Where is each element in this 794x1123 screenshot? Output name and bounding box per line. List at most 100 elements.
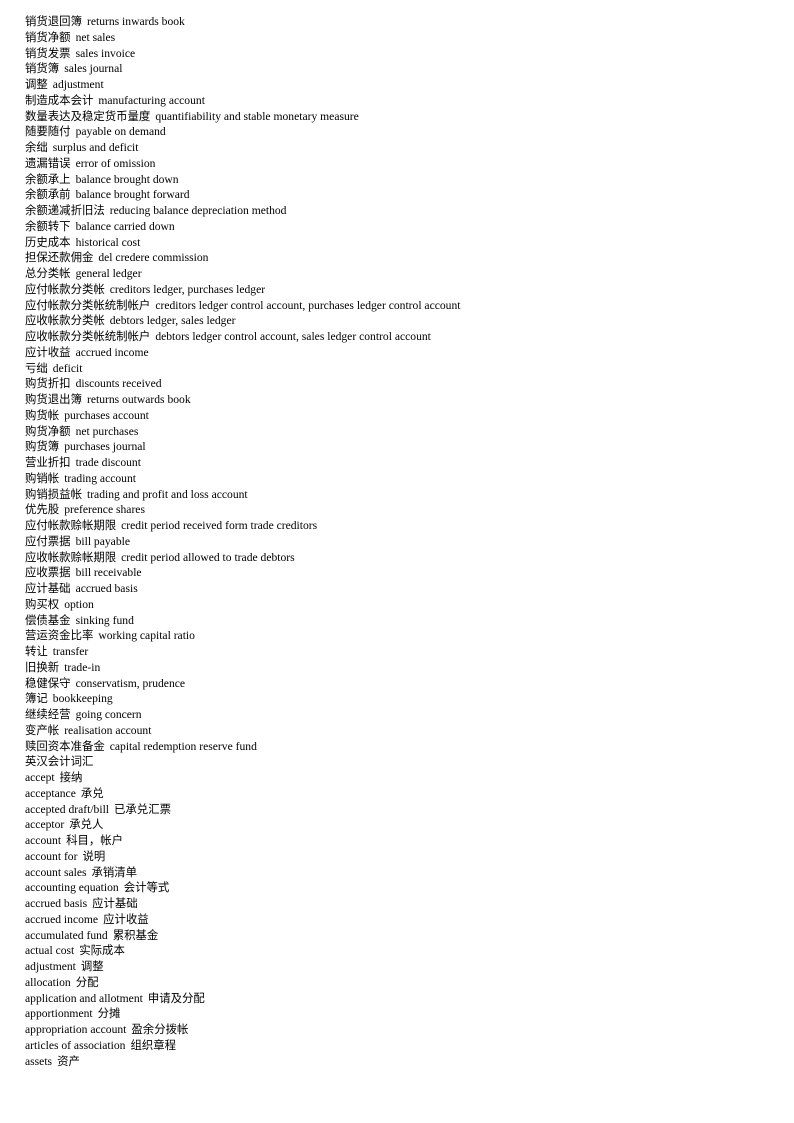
glossary-entry: articles of association 组织章程	[25, 1038, 770, 1054]
entry-gloss: creditors ledger, purchases ledger	[109, 282, 266, 296]
entry-gloss: option	[64, 597, 94, 611]
entry-term: accrued income	[25, 912, 99, 926]
glossary-entry: 余绌 surplus and deficit	[25, 140, 770, 156]
glossary-entry: accept 接纳	[25, 770, 770, 786]
document-page: 销货退回簿 returns inwards book 销货净额 net sales 销货…	[0, 0, 794, 1123]
entry-term: 旧换新	[25, 659, 60, 674]
entry-term: actual cost	[25, 944, 75, 958]
entry-gloss: historical cost	[75, 235, 141, 249]
glossary-entry: 应付帐款赊帐期限 credit period received form trad…	[25, 518, 770, 534]
entry-term: 余额承前	[25, 187, 71, 202]
entry-gloss: trade-in	[64, 660, 101, 674]
entry-gloss: 已承兑汇票	[114, 801, 171, 816]
entry-gloss: payable on demand	[75, 125, 166, 139]
entry-gloss: 会计等式	[123, 880, 170, 895]
entry-term: appropriation account	[25, 1023, 127, 1036]
glossary-entry: adjustment 调整	[25, 959, 770, 975]
entry-term: 购货净额	[25, 423, 71, 438]
entry-gloss: quantifiability and stable monetary meas…	[155, 109, 359, 123]
entry-term: 应付帐款分类帐统制帐户	[25, 297, 151, 312]
entry-gloss: returns outwards book	[86, 393, 191, 406]
entry-gloss: purchases journal	[64, 440, 146, 454]
entry-term: articles of association	[25, 1038, 126, 1052]
glossary-entry: 购货帐 purchases account	[25, 408, 770, 424]
entry-gloss: 累积基金	[112, 927, 159, 942]
entry-gloss: realisation account	[64, 723, 152, 737]
glossary-entry: 销货发票 sales invoice	[25, 46, 770, 62]
entry-gloss: surplus and deficit	[52, 141, 139, 154]
entry-term: 应计基础	[25, 581, 71, 595]
entry-gloss: 资产	[57, 1053, 80, 1068]
entry-gloss: creditors ledger control account, purcha…	[155, 298, 461, 312]
entry-term: 购销损益帐	[25, 486, 82, 501]
entry-gloss: trade discount	[75, 456, 141, 469]
glossary-entry: 优先股 preference shares	[25, 502, 770, 518]
entry-gloss: sales invoice	[75, 46, 136, 60]
entry-term: 购货簿	[25, 439, 60, 454]
entry-term: 应收票据	[25, 565, 71, 580]
entry-term: 亏绌	[25, 360, 48, 375]
entry-gloss: capital redemption reserve fund	[109, 739, 257, 753]
entry-term: 赎回资本准备金	[25, 738, 105, 753]
entry-gloss: transfer	[52, 645, 89, 658]
glossary-entry: 赎回资本准备金 capital redemption reserve fund	[25, 739, 770, 755]
glossary-entry: apportionment 分摊	[25, 1006, 770, 1022]
entry-gloss: discounts received	[75, 377, 162, 391]
entry-gloss: conservatism, prudence	[75, 676, 186, 690]
entry-gloss: 调整	[80, 959, 104, 973]
glossary-entry: 应收帐款赊帐期限 credit period allowed to trade d…	[25, 550, 770, 566]
glossary-entry: 应计收益 accrued income	[25, 345, 770, 361]
entry-gloss: accrued basis	[75, 582, 138, 595]
entry-term: account	[25, 834, 62, 847]
entry-term: 购销帐	[25, 470, 60, 485]
glossary-entry: 购货簿 purchases journal	[25, 439, 770, 455]
glossary-entry: allocation 分配	[25, 975, 770, 991]
entry-term: 遗漏错误	[25, 155, 71, 170]
glossary-entry: 应付帐款分类帐统制帐户 creditors ledger control acco…	[25, 298, 770, 314]
entry-gloss: balance brought down	[75, 172, 179, 186]
entry-term: apportionment	[25, 1007, 93, 1021]
entry-gloss: manufacturing account	[98, 93, 205, 107]
glossary-entry: 余额转下 balance carried down	[25, 219, 770, 235]
entry-term: adjustment	[25, 960, 76, 973]
entry-term: 转让	[25, 644, 48, 658]
glossary-entry: 旧换新 trade-in	[25, 660, 770, 676]
glossary-entry: accumulated fund 累积基金	[25, 928, 770, 944]
entry-gloss: debtors ledger, sales ledger	[109, 314, 236, 328]
entry-term: 购货退出簿	[25, 392, 82, 406]
glossary-entry: acceptance 承兑	[25, 786, 770, 802]
entry-term: 应付帐款分类帐	[25, 281, 105, 296]
entry-term: 购买权	[25, 596, 60, 611]
glossary-entry: actual cost 实际成本	[25, 943, 770, 959]
entry-term: 营运资金比率	[25, 628, 94, 643]
entry-gloss: 应计基础	[92, 896, 138, 910]
glossary-entry: 余额承上 balance brought down	[25, 172, 770, 188]
glossary-entry: appropriation account 盈余分拨帐	[25, 1022, 770, 1038]
entry-gloss: 分配	[75, 974, 99, 989]
entry-gloss: 承兑	[80, 785, 104, 800]
glossary-entry: 销货净额 net sales	[25, 30, 770, 46]
entry-term: 偿债基金	[25, 612, 71, 627]
entry-gloss: deficit	[52, 361, 83, 375]
entry-term: 总分类帐	[25, 266, 71, 280]
entry-term: 变产帐	[25, 722, 60, 737]
entry-term: account for	[25, 849, 78, 863]
entry-term: 随要随付	[25, 124, 71, 139]
glossary-entry: 营运资金比率 working capital ratio	[25, 628, 770, 644]
entry-gloss: 说明	[82, 848, 106, 863]
entry-term: 营业折扣	[25, 455, 71, 469]
glossary-entry: accrued income 应计收益	[25, 912, 770, 928]
glossary-entry: 簿记 bookkeeping	[25, 691, 770, 707]
entry-gloss: credit period allowed to trade debtors	[121, 550, 295, 564]
entry-term: accept	[25, 771, 55, 784]
entry-term: 余额转下	[25, 218, 71, 233]
glossary-entry: 购买权 option	[25, 597, 770, 613]
entry-gloss: balance brought forward	[75, 188, 190, 202]
entry-gloss: trading account	[64, 471, 136, 485]
entry-gloss: sinking fund	[75, 613, 134, 627]
entry-gloss: returns inwards book	[86, 15, 185, 28]
glossary-entry: assets 资产	[25, 1054, 770, 1070]
glossary-entry: 应收帐款分类帐统制帐户 debtors ledger control accoun…	[25, 329, 770, 345]
glossary-entry: 调整 adjustment	[25, 77, 770, 93]
glossary-entry: accounting equation 会计等式	[25, 880, 770, 896]
